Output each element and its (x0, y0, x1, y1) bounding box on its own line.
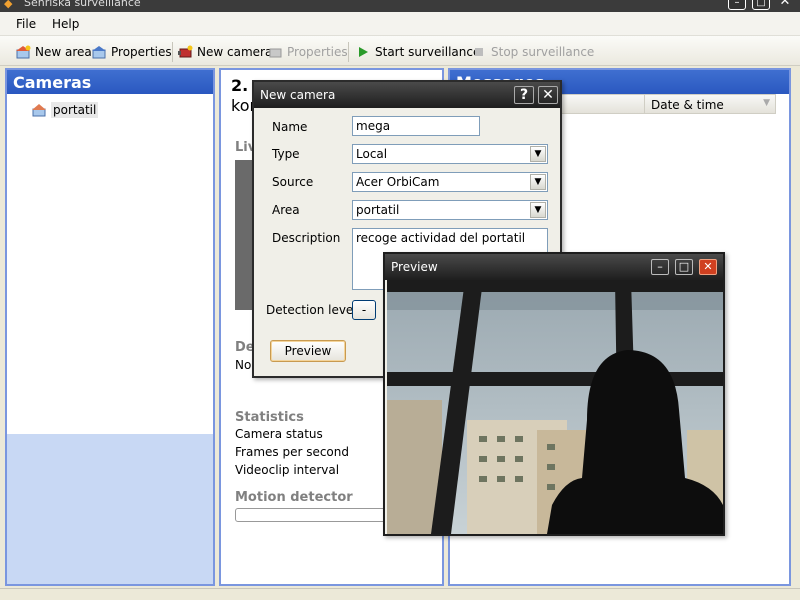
area-properties-icon (92, 46, 106, 59)
chevron-down-icon: ▼ (530, 146, 546, 162)
window-title: Senriska surveillance (24, 0, 141, 9)
videoclip-interval-label: Videoclip interval (235, 463, 340, 477)
source-select-value: Acer OrbiCam (356, 175, 440, 189)
close-icon[interactable]: ✕ (776, 0, 794, 10)
name-input-value: mega (356, 119, 391, 133)
chevron-down-icon: ▼ (530, 174, 546, 190)
preview-button[interactable]: Preview (270, 340, 346, 362)
type-label: Type (272, 147, 300, 161)
area-select[interactable]: portatil ▼ (352, 200, 548, 220)
area-properties-label: Properties (111, 45, 172, 59)
detection-level-button[interactable]: - (352, 300, 376, 320)
description-textarea-value: recoge actividad del portatil (356, 231, 526, 245)
new-area-button[interactable]: New area (16, 43, 92, 61)
area-icon (32, 104, 46, 117)
cameras-pane: Cameras portatil (5, 68, 215, 586)
menu-file[interactable]: File (16, 17, 36, 31)
app-icon: ◆ (4, 0, 13, 10)
tree-item-label: portatil (51, 102, 99, 118)
area-properties-button[interactable]: Properties (92, 43, 172, 61)
source-select[interactable]: Acer OrbiCam ▼ (352, 172, 548, 192)
tree-item-portatil[interactable]: portatil (31, 102, 99, 118)
source-label: Source (272, 175, 314, 189)
toolbar-separator (348, 42, 349, 62)
date-time-column-label: Date & time (651, 98, 724, 112)
menu-help[interactable]: Help (52, 17, 79, 31)
start-surveillance-button[interactable]: Start surveillance (356, 43, 480, 61)
area-select-value: portatil (356, 203, 400, 217)
start-surveillance-label: Start surveillance (375, 45, 481, 59)
pane-empty-area (7, 434, 213, 584)
preview-title: Preview (391, 260, 438, 274)
type-select[interactable]: Local ▼ (352, 144, 548, 164)
window-titlebar: ◆ Senriska surveillance – □ ✕ (0, 0, 800, 12)
camera-status-label: Camera status (235, 427, 323, 441)
stop-surveillance-label: Stop surveillance (491, 45, 595, 59)
maximize-icon[interactable]: □ (752, 0, 770, 10)
stop-icon (475, 48, 483, 56)
name-label: Name (272, 120, 308, 134)
preview-close-icon[interactable]: ✕ (699, 259, 717, 275)
dialog-close-icon[interactable]: ✕ (538, 86, 558, 104)
new-area-icon (16, 45, 31, 59)
fps-label: Frames per second (235, 445, 349, 459)
toolbar-separator (172, 42, 173, 62)
name-input[interactable]: mega (352, 116, 480, 136)
camera-properties-label: Properties (287, 45, 348, 59)
description-field-label: Description (272, 231, 341, 245)
preview-window: Preview – □ ✕ (383, 252, 725, 536)
preview-titlebar: Preview (385, 254, 723, 280)
menu-bar: File Help (0, 12, 800, 36)
chevron-down-icon: ▼ (530, 202, 546, 218)
stop-surveillance-button[interactable]: Stop surveillance (472, 43, 594, 61)
camera-properties-icon (269, 48, 282, 58)
statistics-title: Statistics (235, 410, 304, 425)
motion-detector-title: Motion detector (235, 490, 353, 505)
preview-minimize-icon[interactable]: – (651, 259, 669, 275)
description-value: No (235, 358, 252, 372)
area-label: Area (272, 203, 300, 217)
date-time-column[interactable]: Date & time ▼ (644, 94, 776, 114)
new-area-label: New area (35, 45, 92, 59)
cameras-pane-title: Cameras (7, 70, 213, 94)
dialog-title: New camera (260, 88, 336, 102)
help-icon[interactable]: ? (514, 86, 534, 104)
detection-level-label: Detection level (266, 303, 357, 317)
preview-maximize-icon[interactable]: □ (675, 259, 693, 275)
type-select-value: Local (356, 147, 388, 161)
minimize-icon[interactable]: – (728, 0, 746, 10)
toolbar: New area Properties New camera Propertie… (0, 36, 800, 66)
status-bar (0, 588, 800, 600)
webcam-feed-image (387, 280, 723, 534)
new-camera-label: New camera (197, 45, 273, 59)
play-icon (359, 47, 368, 57)
new-camera-button[interactable]: New camera (178, 43, 272, 61)
camera-properties-button[interactable]: Properties (268, 43, 348, 61)
sort-arrow-icon: ▼ (763, 98, 770, 108)
new-camera-icon (178, 45, 193, 58)
